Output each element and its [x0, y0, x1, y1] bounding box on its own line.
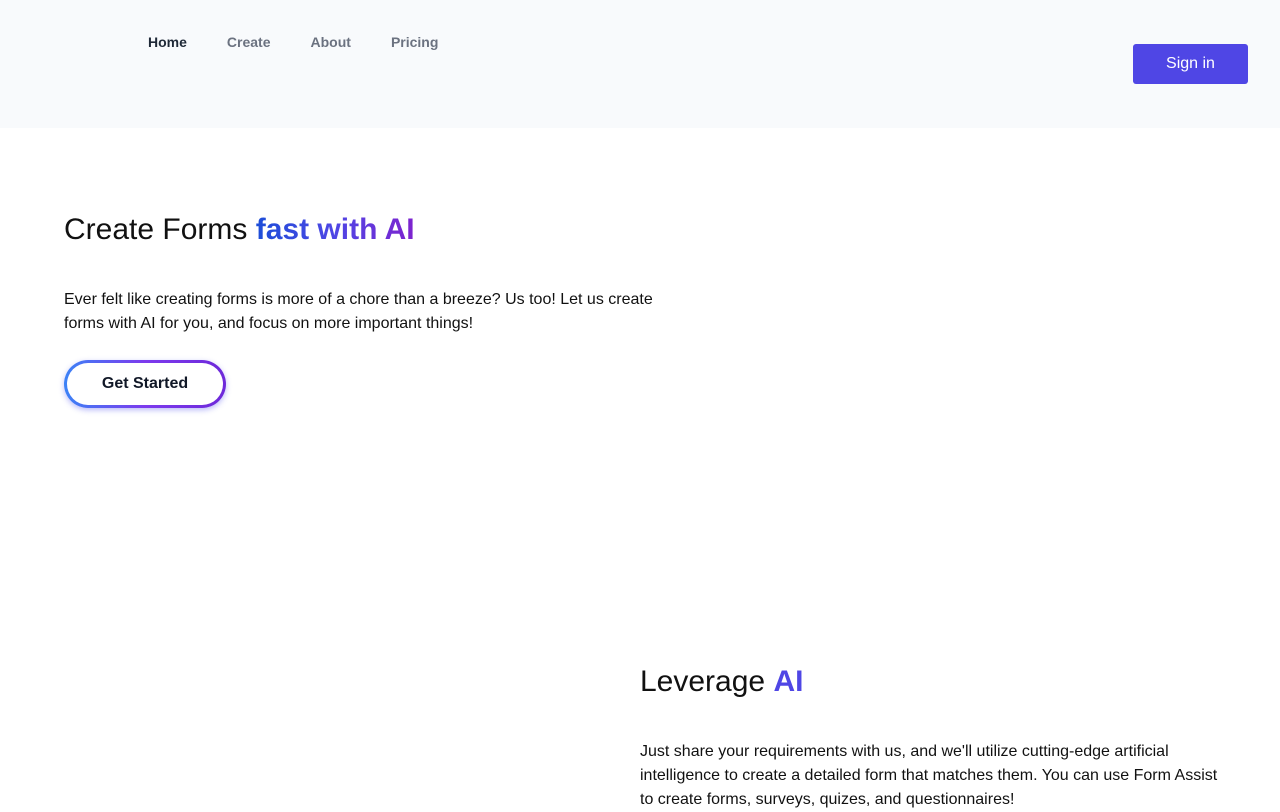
- get-started-button[interactable]: Get Started: [67, 363, 223, 405]
- features-description: Just share your requirements with us, an…: [640, 743, 1218, 808]
- get-started-button-frame[interactable]: Get Started: [64, 360, 226, 408]
- hero-title: Create Forms fast with AI: [64, 210, 415, 250]
- nav-pricing-link[interactable]: Pricing: [391, 33, 438, 51]
- main-nav: Home Create About Pricing: [148, 33, 478, 51]
- features-title-highlight: AI: [773, 665, 804, 698]
- nav-about-link[interactable]: About: [311, 33, 351, 51]
- hero-title-plain: Create Forms: [64, 213, 256, 246]
- hero-description: Ever felt like creating forms is more of…: [64, 291, 653, 332]
- top-header: Home Create About Pricing Sign in: [0, 0, 1280, 128]
- hero-title-highlight: fast with AI: [255, 213, 415, 246]
- features-title-plain: Leverage: [640, 665, 774, 698]
- features-title: Leverage AI: [640, 662, 803, 702]
- sign-in-button[interactable]: Sign in: [1133, 44, 1248, 84]
- nav-home-link[interactable]: Home: [148, 33, 187, 51]
- nav-create-link[interactable]: Create: [227, 33, 271, 51]
